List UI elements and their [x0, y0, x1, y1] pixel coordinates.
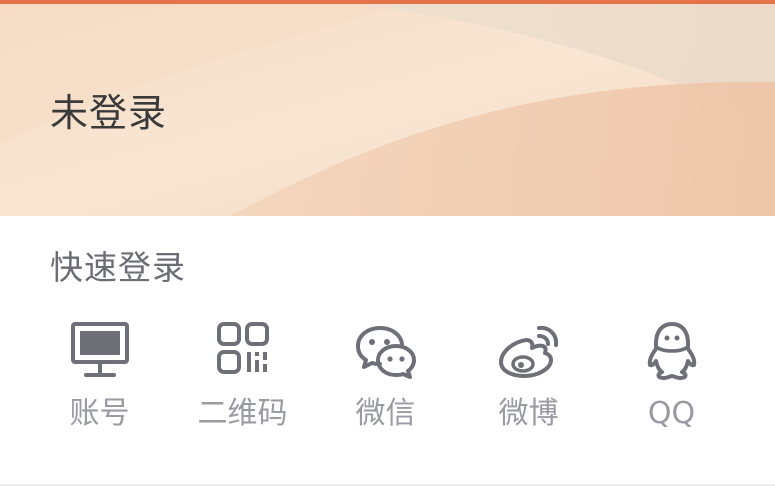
login-option-label: 微信: [355, 396, 416, 431]
login-option-label: QQ: [647, 396, 696, 431]
wechat-icon: [356, 318, 416, 382]
login-header-banner: 未登录: [0, 4, 775, 216]
login-option-wechat[interactable]: 微信: [314, 314, 457, 444]
login-status-title: 未登录: [50, 91, 168, 135]
qr-code-icon: [213, 318, 273, 382]
monitor-icon: [70, 318, 130, 382]
login-option-qr-code[interactable]: 二维码: [171, 314, 314, 444]
login-option-weibo[interactable]: 微博: [457, 314, 600, 444]
login-option-qq[interactable]: QQ: [600, 314, 743, 444]
qq-penguin-icon: [642, 318, 702, 382]
quick-login-title: 快速登录: [50, 248, 186, 287]
login-option-label: 微博: [498, 396, 559, 431]
quick-login-options: 账号 二维码 微信 微博 QQ: [28, 314, 743, 444]
weibo-icon: [499, 318, 559, 382]
login-option-account[interactable]: 账号: [28, 314, 171, 444]
login-option-label: 账号: [69, 396, 130, 431]
login-option-label: 二维码: [197, 396, 288, 431]
